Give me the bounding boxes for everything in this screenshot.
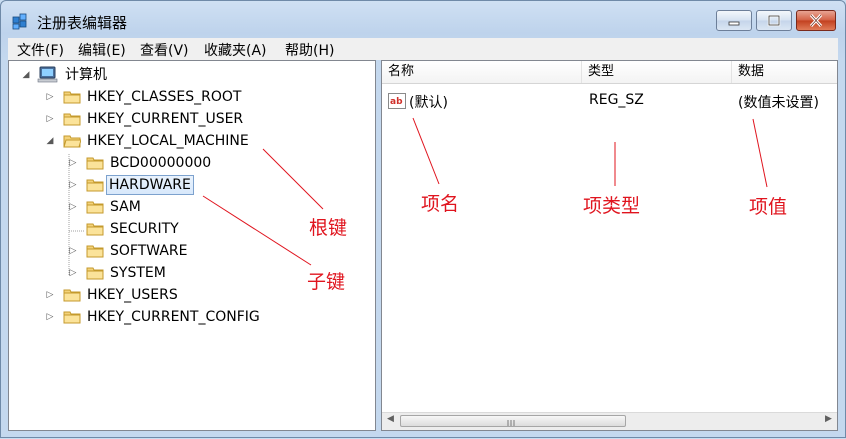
scroll-left-arrow-icon[interactable]: ◀	[387, 414, 394, 424]
tree-node-label: HKEY_LOCAL_MACHINE	[87, 133, 249, 149]
annotation-item-value: 项值	[749, 196, 788, 218]
scroll-right-arrow-icon[interactable]: ▶	[825, 414, 832, 424]
tree-node-label: BCD00000000	[110, 155, 212, 171]
expand-arrow-icon[interactable]: ▷	[68, 175, 78, 195]
registry-editor-icon	[12, 13, 27, 30]
tree-node-label: HKEY_CLASSES_ROOT	[87, 89, 242, 105]
string-value-icon: ab	[388, 93, 406, 109]
folder-icon	[86, 201, 104, 214]
tree-node-label: HARDWARE	[106, 175, 194, 195]
menu-view[interactable]: 查看(V)	[140, 40, 189, 60]
annotation-item-name: 项名	[421, 193, 460, 215]
svg-text:ab: ab	[390, 97, 403, 107]
close-icon	[809, 13, 823, 28]
expand-arrow-icon[interactable]: ▷	[68, 153, 78, 173]
expand-arrow-icon[interactable]: ▷	[68, 263, 78, 283]
value-list-pane[interactable]: 名称 类型 数据 ab (默认) REG_SZ (数值未设置) ◀ ▶	[381, 60, 838, 431]
folder-icon	[86, 245, 104, 258]
menu-favorites[interactable]: 收藏夹(A)	[204, 40, 267, 60]
expand-arrow-icon[interactable]: ▷	[45, 307, 55, 327]
menu-file[interactable]: 文件(F)	[17, 40, 64, 60]
folder-icon	[63, 289, 81, 302]
folder-icon	[86, 157, 104, 170]
value-name: (默认)	[409, 95, 448, 111]
annotation-sub-key: 子键	[307, 271, 346, 293]
minimize-button[interactable]	[716, 10, 752, 31]
tree-node-label: HKEY_USERS	[87, 287, 178, 303]
menu-edit[interactable]: 编辑(E)	[78, 40, 126, 60]
column-header-type[interactable]: 类型	[582, 61, 732, 83]
column-header-name[interactable]: 名称	[382, 61, 582, 83]
value-data: (数值未设置)	[738, 95, 819, 111]
window-title: 注册表编辑器	[37, 14, 128, 32]
horizontal-scrollbar[interactable]: ◀ ▶	[382, 412, 837, 430]
expand-arrow-icon[interactable]: ▷	[68, 241, 78, 261]
folder-icon	[63, 311, 81, 324]
column-header-data[interactable]: 数据	[732, 61, 837, 83]
grip-icon	[507, 420, 515, 426]
registry-editor-window: 注册表编辑器 文件(F) 编辑(E) 查看(V) 收藏夹(A) 帮助(H) ◢ …	[0, 0, 846, 438]
expand-arrow-icon[interactable]: ▷	[45, 87, 55, 107]
tree-node-label: SYSTEM	[110, 265, 166, 281]
collapse-arrow-icon[interactable]: ◢	[45, 131, 55, 151]
computer-icon	[37, 66, 58, 83]
folder-icon	[63, 113, 81, 126]
menu-bar: 文件(F) 编辑(E) 查看(V) 收藏夹(A) 帮助(H)	[8, 38, 838, 60]
expand-arrow-icon[interactable]: ▷	[45, 109, 55, 129]
tree-node-label: SAM	[110, 199, 141, 215]
tree-node-label: HKEY_CURRENT_USER	[87, 111, 244, 127]
expand-arrow-icon[interactable]: ▷	[45, 285, 55, 305]
menu-help[interactable]: 帮助(H)	[285, 40, 334, 60]
close-button[interactable]	[796, 10, 836, 31]
column-header-bar: 名称 类型 数据	[382, 61, 837, 84]
maximize-button[interactable]	[756, 10, 792, 31]
maximize-icon	[767, 14, 781, 27]
folder-icon	[86, 179, 104, 192]
collapse-arrow-icon[interactable]: ◢	[21, 65, 31, 85]
folder-icon	[63, 91, 81, 104]
tree-node-label: 计算机	[65, 67, 107, 83]
tree-node-label: SECURITY	[110, 221, 179, 237]
folder-icon	[86, 223, 104, 236]
annotation-root-key: 根键	[309, 217, 348, 239]
title-bar: 注册表编辑器	[1, 1, 845, 39]
tree-node-label: SOFTWARE	[110, 243, 188, 259]
scrollbar-thumb[interactable]	[400, 415, 626, 427]
folder-icon	[86, 267, 104, 280]
folder-open-icon	[63, 135, 81, 148]
tree-node-label: HKEY_CURRENT_CONFIG	[87, 309, 260, 325]
minimize-icon	[728, 21, 740, 26]
expand-arrow-icon[interactable]: ▷	[68, 197, 78, 217]
annotation-item-type: 项类型	[583, 195, 641, 217]
content-area: ◢ 计算机 ▷ HKEY_CLASSES_ROOT ▷ HKEY_CURRENT…	[8, 60, 838, 431]
key-tree-pane[interactable]: ◢ 计算机 ▷ HKEY_CLASSES_ROOT ▷ HKEY_CURRENT…	[8, 60, 376, 431]
value-type: REG_SZ	[589, 92, 644, 108]
